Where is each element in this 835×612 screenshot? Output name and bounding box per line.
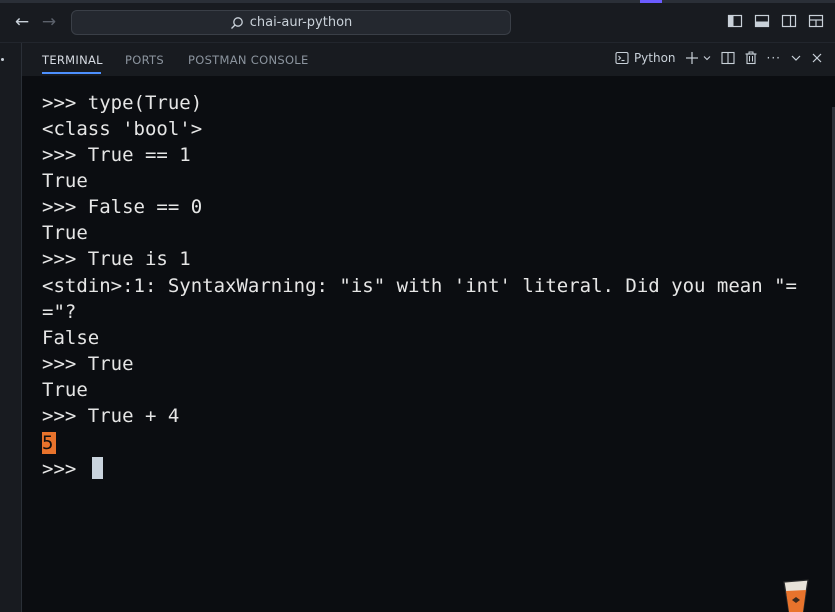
tab-terminal[interactable]: TERMINAL [42,53,103,67]
terminal-icon [615,51,629,65]
terminal-warning-line: <stdin>:1: SyntaxWarning: "is" with 'int… [42,275,797,297]
terminal-line: >>> type(True) [42,92,203,114]
terminal-profile-button[interactable]: Python [615,51,676,65]
active-tab-indicator [42,72,101,74]
activity-bar-edge [0,43,22,612]
trash-icon[interactable] [744,51,758,65]
arrow-right-icon[interactable]: → [39,12,59,32]
terminal-result-line: 5 [42,430,57,456]
split-terminal-icon[interactable] [720,51,735,65]
terminal-line: <class 'bool'> [42,118,203,140]
chevron-down-icon[interactable] [702,53,712,63]
activity-dot [1,58,4,61]
text-cursor [91,457,103,479]
plus-icon[interactable] [685,51,699,65]
chevron-down-icon[interactable] [790,52,802,64]
panel-header: TERMINAL PORTS POSTMAN CONSOLE Python ··… [22,43,835,76]
terminal-line: >>> True == 1 [42,144,191,166]
terminal-line: False [42,327,100,349]
terminal-output[interactable]: >>> type(True) <class 'bool'> >>> True =… [22,77,835,612]
highlighted-result: 5 [42,432,57,454]
arrow-left-icon[interactable]: ← [12,12,32,32]
chai-cup-logo [783,579,809,612]
command-center-search[interactable]: chai-aur-python [71,10,511,35]
more-actions-icon[interactable]: ··· [767,51,781,65]
customize-layout-icon[interactable] [808,13,824,29]
tab-ports[interactable]: PORTS [125,53,164,67]
workspace-name: chai-aur-python [249,15,353,30]
terminal-line: >>> True [42,353,134,375]
terminal-line: True [42,170,88,192]
search-icon [230,16,243,29]
terminal-line: >>> False == 0 [42,196,203,218]
close-icon[interactable] [811,52,823,64]
prompt: >>> [42,458,88,480]
toggle-secondary-sidebar-icon[interactable] [781,13,797,29]
terminal-line: >>> True is 1 [42,248,191,270]
toggle-primary-sidebar-icon[interactable] [727,13,743,29]
terminal-warning-line: ="? [42,301,77,323]
title-bar: ← → chai-aur-python [0,0,835,43]
terminal-profile-label: Python [633,51,676,65]
tab-postman-console[interactable]: POSTMAN CONSOLE [188,53,309,67]
terminal-line: True [42,222,88,244]
window-top-strip [0,0,835,3]
terminal-line: True [42,379,88,401]
toggle-panel-icon[interactable] [754,13,770,29]
terminal-prompt-line[interactable]: >>> [42,456,103,482]
terminal-line: >>> True + 4 [42,405,180,427]
